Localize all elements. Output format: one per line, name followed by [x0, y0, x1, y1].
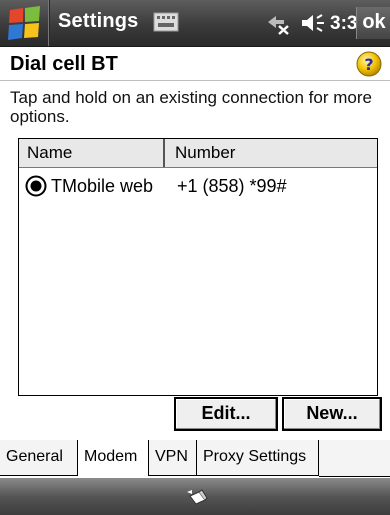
column-divider[interactable]	[163, 139, 165, 167]
column-header-name[interactable]: Name	[27, 143, 72, 163]
tab-strip: General Modem VPN Proxy Settings	[0, 440, 390, 479]
page-header: Dial cell BT ?	[0, 47, 390, 81]
svg-text:?: ?	[364, 55, 373, 74]
app-title: Settings	[58, 10, 139, 32]
new-button[interactable]: New...	[282, 397, 382, 431]
tab-modem[interactable]: Modem	[77, 440, 149, 476]
tab-vpn[interactable]: VPN	[149, 440, 197, 476]
ok-button[interactable]: ok	[356, 7, 390, 39]
connection-list[interactable]: Name Number TMobile web +1 (858) *99#	[18, 138, 378, 396]
help-icon[interactable]: ?	[356, 51, 382, 77]
page-title: Dial cell BT	[10, 53, 118, 75]
tab-strip-filler	[319, 440, 390, 477]
connection-name: TMobile web	[51, 176, 154, 196]
edit-button[interactable]: Edit...	[174, 397, 278, 431]
title-separator	[48, 0, 49, 46]
connection-number: +1 (858) *99#	[177, 176, 287, 196]
keyboard-icon	[153, 12, 179, 32]
sip-input-icon[interactable]	[183, 486, 209, 508]
connectivity-icon[interactable]	[262, 12, 290, 36]
radio-selected-icon[interactable]	[25, 175, 47, 197]
tab-general[interactable]: General	[0, 440, 78, 476]
title-bar: Settings 3:39 ok	[0, 0, 390, 47]
tab-proxy-settings[interactable]: Proxy Settings	[197, 440, 319, 476]
instructions-text: Tap and hold on an existing connection f…	[10, 88, 372, 126]
list-header: Name Number	[19, 139, 377, 168]
speaker-icon[interactable]	[300, 12, 326, 34]
windows-start-icon[interactable]	[4, 4, 44, 42]
column-header-number[interactable]: Number	[175, 143, 235, 163]
list-item[interactable]: TMobile web +1 (858) *99#	[19, 173, 377, 199]
soft-key-bar	[0, 478, 390, 515]
